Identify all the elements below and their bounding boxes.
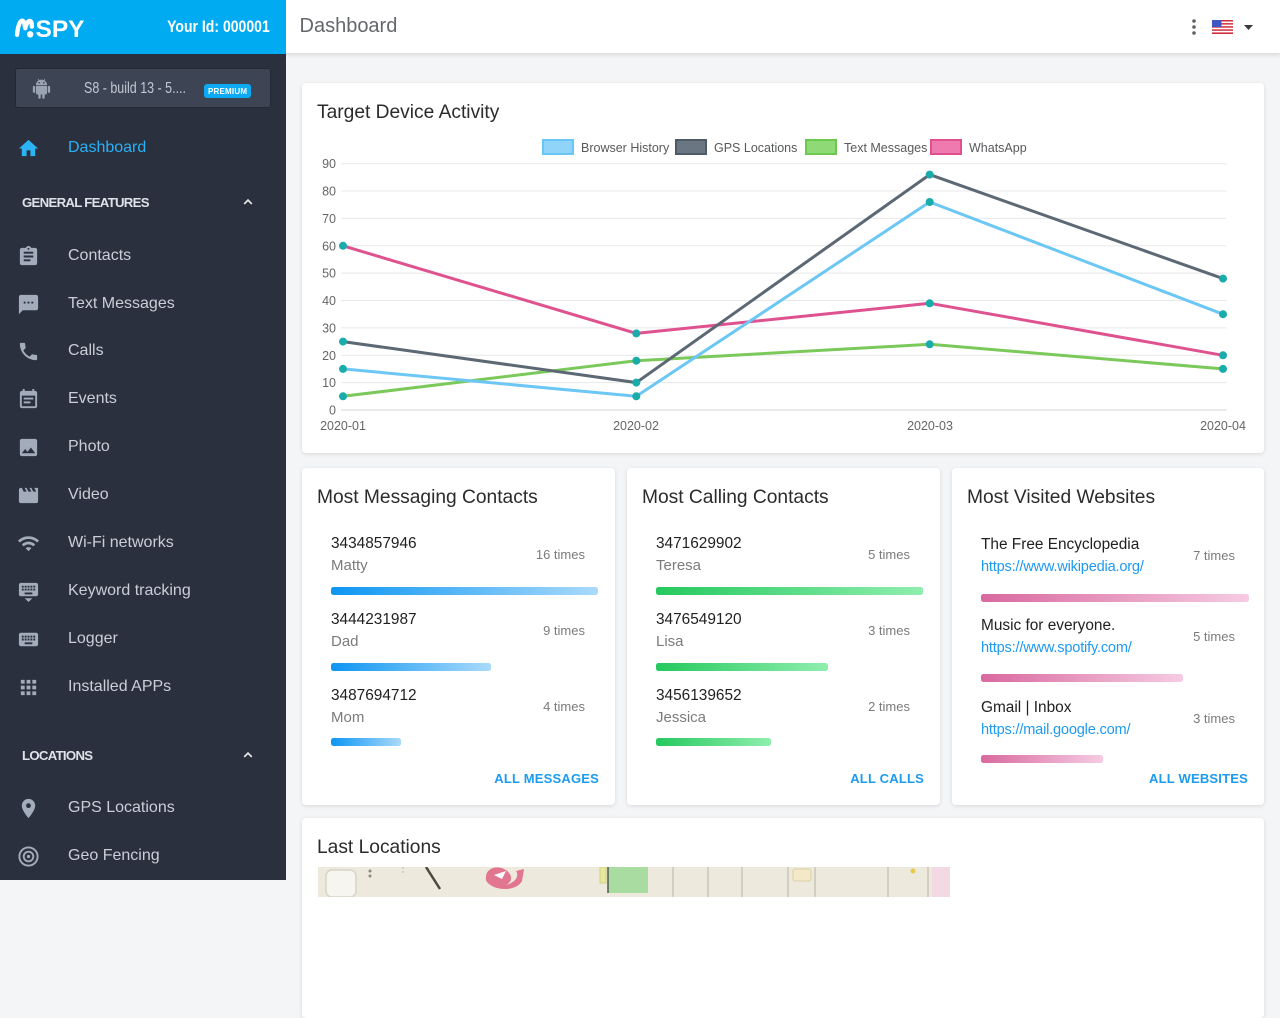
svg-text:40: 40 xyxy=(322,294,336,308)
svg-text:SPY: SPY xyxy=(36,16,85,43)
svg-text:80: 80 xyxy=(322,185,336,199)
svg-text:2020-02: 2020-02 xyxy=(613,419,659,433)
svg-text:Text Messages: Text Messages xyxy=(844,141,927,155)
svg-text:2020-01: 2020-01 xyxy=(320,419,366,433)
svg-text:2020-03: 2020-03 xyxy=(907,419,953,433)
svg-text:0: 0 xyxy=(329,404,336,418)
svg-text:20: 20 xyxy=(322,349,336,363)
svg-text:Browser History: Browser History xyxy=(581,141,670,155)
svg-text:90: 90 xyxy=(322,157,336,171)
svg-text:60: 60 xyxy=(322,239,336,253)
svg-text:30: 30 xyxy=(322,321,336,335)
svg-text:GPS Locations: GPS Locations xyxy=(714,141,797,155)
svg-text:10: 10 xyxy=(322,376,336,390)
svg-text:WhatsApp: WhatsApp xyxy=(969,141,1027,155)
svg-text:70: 70 xyxy=(322,212,336,226)
svg-text:2020-04: 2020-04 xyxy=(1200,419,1246,433)
svg-text:50: 50 xyxy=(322,267,336,281)
